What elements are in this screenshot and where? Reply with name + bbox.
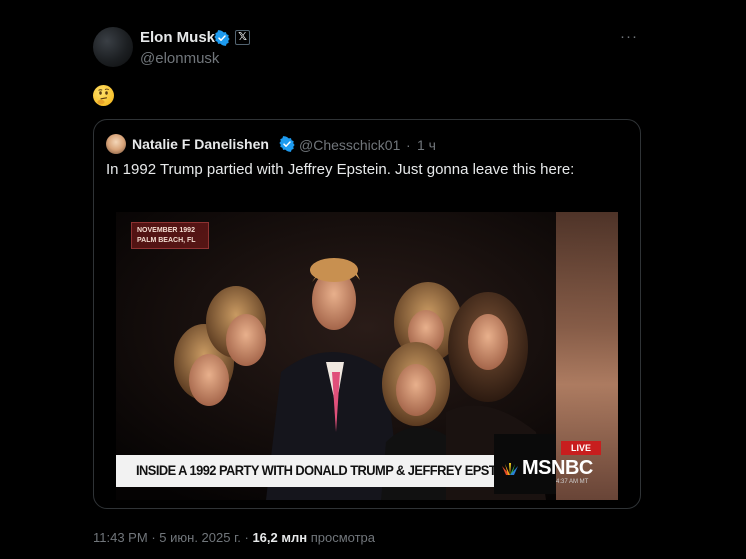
more-options-icon[interactable]: ··· (620, 27, 638, 47)
author-name[interactable]: Elon Musk (140, 29, 215, 46)
chyron-text: INSIDE A 1992 PARTY WITH DONALD TRUMP & … (136, 462, 517, 478)
quoted-post-text: In 1992 Trump partied with Jeffrey Epste… (106, 161, 575, 178)
x-affiliate-badge-icon: 𝕏 (235, 30, 250, 45)
post: Elon Musk 𝕏 @elonmusk ··· Natalie F Dane… (0, 0, 746, 559)
views-count: 16,2 млн (252, 530, 308, 545)
quoted-author-avatar[interactable] (106, 134, 126, 154)
separator-dot: · (406, 137, 411, 153)
verified-badge-icon (279, 136, 295, 152)
post-date[interactable]: 5 июн. 2025 г. (159, 530, 241, 545)
quoted-author-name[interactable]: Natalie F Danelishen (132, 136, 269, 152)
date-tag-line2: PALM BEACH, FL (137, 237, 196, 244)
separator-dot: · (151, 530, 156, 545)
quoted-post[interactable]: Natalie F Danelishen @Chesschick01 · 1 ч… (93, 119, 641, 509)
post-meta: 11:43 PM · 5 июн. 2025 г. · 16,2 млн про… (93, 530, 375, 545)
verified-badge-icon (214, 30, 230, 46)
live-badge: LIVE (561, 441, 601, 455)
network-name: MSNBC (522, 457, 593, 479)
video-player[interactable]: NOVEMBER 1992 PALM BEACH, FL INSIDE A 19… (116, 212, 618, 500)
quoted-post-time[interactable]: 1 ч (417, 137, 436, 153)
post-time[interactable]: 11:43 PM (93, 530, 148, 545)
views-label: просмотра (310, 530, 375, 545)
date-tag-line1: NOVEMBER 1992 (137, 227, 195, 234)
thinking-face-emoji (93, 85, 114, 106)
author-handle[interactable]: @elonmusk (140, 50, 219, 67)
peacock-logo-icon (502, 463, 518, 475)
quoted-author-handle[interactable]: @Chesschick01 (299, 137, 400, 153)
separator-dot: · (244, 530, 249, 545)
news-chyron: INSIDE A 1992 PARTY WITH DONALD TRUMP & … (116, 455, 517, 487)
network-time: 4:37 AM MT (556, 479, 589, 485)
video-date-tag: NOVEMBER 1992 PALM BEACH, FL (131, 222, 209, 249)
author-avatar[interactable] (93, 27, 133, 67)
